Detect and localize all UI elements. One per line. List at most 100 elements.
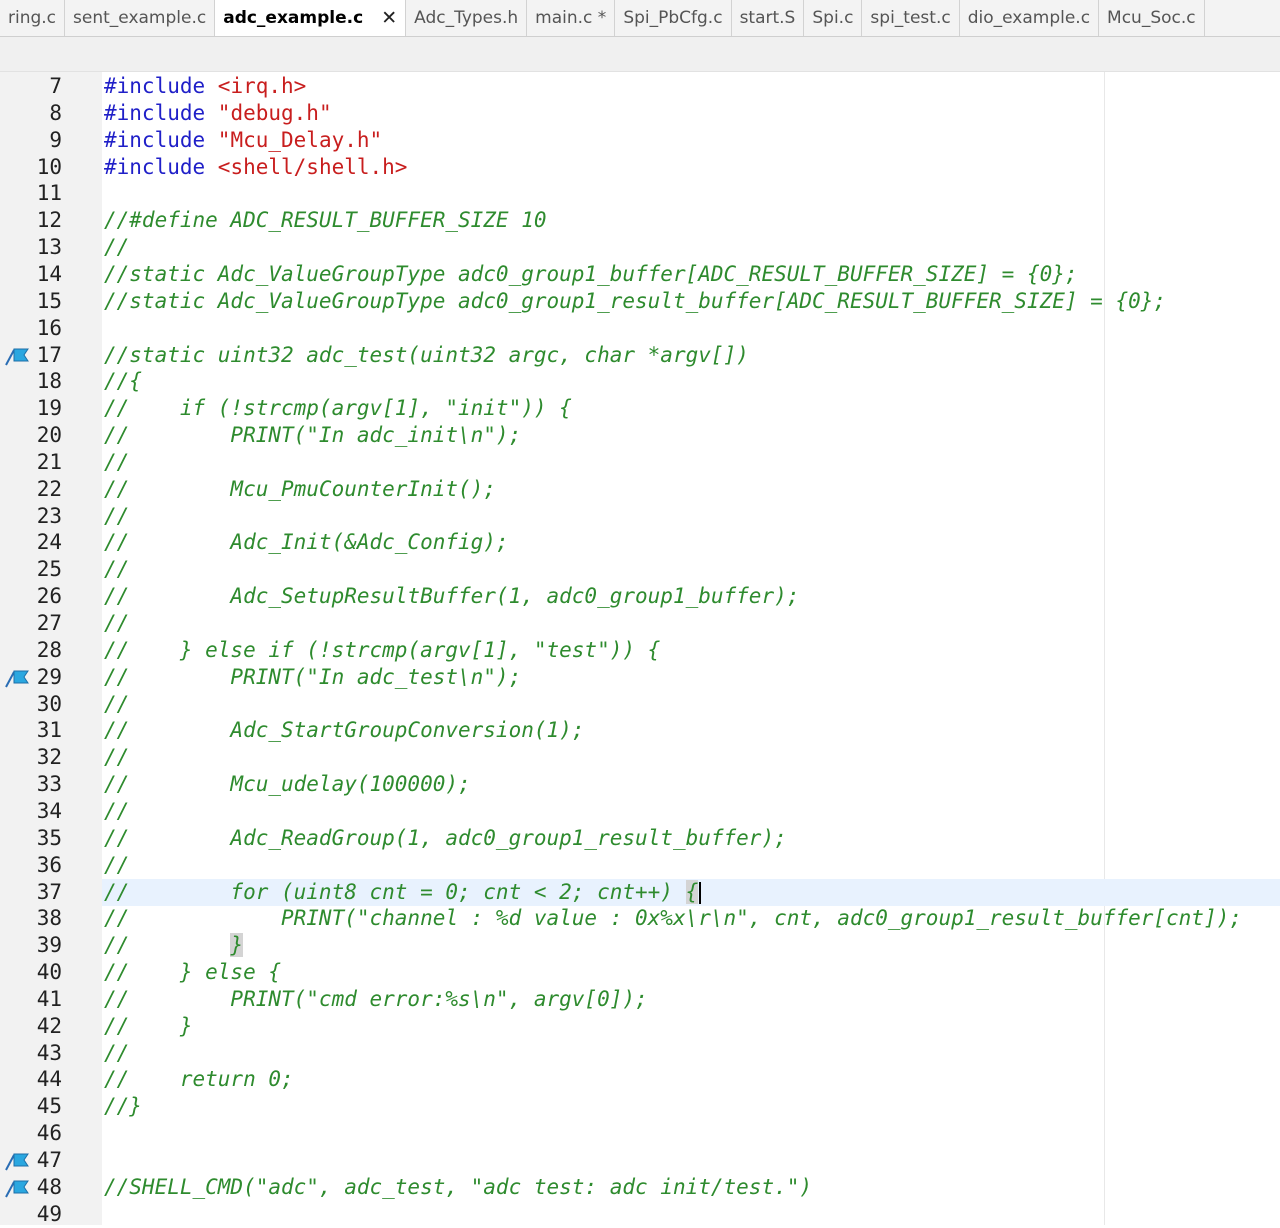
code-text[interactable]: #include "Mcu_Delay.h" [104, 127, 382, 154]
code-token: #include [104, 74, 218, 98]
code-line[interactable]: 32 // [0, 744, 1280, 771]
code-line[interactable]: 10 #include <shell/shell.h> [0, 154, 1280, 181]
code-line[interactable]: 11 [0, 180, 1280, 207]
code-text[interactable]: // Adc_ReadGroup(1, adc0_group1_result_b… [104, 825, 787, 852]
code-line[interactable]: 20 // PRINT("In adc_init\n"); [0, 422, 1280, 449]
code-text[interactable]: // } else if (!strcmp(argv[1], "test")) … [104, 637, 660, 664]
code-line[interactable]: 24 // Adc_Init(&Adc_Config); [0, 529, 1280, 556]
code-line[interactable]: 48 //SHELL_CMD("adc", adc_test, "adc test… [0, 1174, 1280, 1201]
code-line[interactable]: 12 //#define ADC_RESULT_BUFFER_SIZE 10 [0, 207, 1280, 234]
code-line[interactable]: 36 // [0, 852, 1280, 879]
code-text[interactable]: // Mcu_PmuCounterInit(); [104, 476, 496, 503]
code-line[interactable]: 16 [0, 315, 1280, 342]
tab-main-c[interactable]: main.c * [527, 0, 616, 36]
code-text[interactable]: //static Adc_ValueGroupType adc0_group1_… [104, 288, 1166, 315]
code-text[interactable]: // } else { [104, 959, 281, 986]
line-number: 42 [36, 1014, 62, 1038]
tab-start-s[interactable]: start.S [732, 0, 805, 36]
code-line[interactable]: 47 [0, 1147, 1280, 1174]
code-line[interactable]: 43 // [0, 1040, 1280, 1067]
code-text[interactable]: // Adc_Init(&Adc_Config); [104, 529, 509, 556]
code-line[interactable]: 15 //static Adc_ValueGroupType adc0_group… [0, 288, 1280, 315]
code-line[interactable]: 45 //} [0, 1093, 1280, 1120]
code-line[interactable]: 22 // Mcu_PmuCounterInit(); [0, 476, 1280, 503]
code-text[interactable]: // [104, 556, 129, 583]
tab-spi-pbcfg-c[interactable]: Spi_PbCfg.c [615, 0, 732, 36]
code-line[interactable]: 33 // Mcu_udelay(100000); [0, 771, 1280, 798]
tab-dio-example-c[interactable]: dio_example.c [960, 0, 1100, 36]
code-line[interactable]: 18 //{ [0, 368, 1280, 395]
code-line[interactable]: 26 // Adc_SetupResultBuffer(1, adc0_group… [0, 583, 1280, 610]
code-text[interactable]: // } [104, 1013, 193, 1040]
code-line[interactable]: 17 //static uint32 adc_test(uint32 argc, … [0, 342, 1280, 369]
line-number: 36 [36, 853, 62, 877]
code-text[interactable]: #include <shell/shell.h> [104, 154, 407, 181]
tab-adc-types-h[interactable]: Adc_Types.h [406, 0, 528, 36]
code-text[interactable]: // [104, 798, 129, 825]
code-text[interactable]: // [104, 1040, 129, 1067]
code-line[interactable]: 27 // [0, 610, 1280, 637]
line-number: 34 [36, 799, 62, 823]
code-text[interactable]: // [104, 744, 129, 771]
code-text[interactable]: // } [104, 932, 244, 959]
code-line[interactable]: 44 // return 0; [0, 1066, 1280, 1093]
tab-ring-c[interactable]: ring.c [0, 0, 66, 36]
code-text[interactable]: //} [104, 1093, 142, 1120]
tab-mcu-soc-c[interactable]: Mcu_Soc.c [1099, 0, 1205, 36]
code-line[interactable]: 28 // } else if (!strcmp(argv[1], "test")… [0, 637, 1280, 664]
code-text[interactable]: // Adc_StartGroupConversion(1); [104, 717, 584, 744]
tab-adc-example-c[interactable]: adc_example.c ✕ [215, 0, 407, 36]
code-text[interactable]: // [104, 610, 129, 637]
close-tab-icon[interactable]: ✕ [381, 0, 397, 36]
code-line[interactable]: 40 // } else { [0, 959, 1280, 986]
code-line[interactable]: 37 // for (uint8 cnt = 0; cnt < 2; cnt++)… [0, 879, 1280, 906]
tab-spi-test-c[interactable]: spi_test.c [862, 0, 960, 36]
code-text[interactable]: // [104, 449, 129, 476]
code-text[interactable]: //SHELL_CMD("adc", adc_test, "adc test: … [104, 1174, 812, 1201]
code-text[interactable]: //#define ADC_RESULT_BUFFER_SIZE 10 [104, 207, 547, 234]
code-line[interactable]: 42 // } [0, 1013, 1280, 1040]
code-text[interactable]: #include <irq.h> [104, 73, 306, 100]
line-number: 20 [36, 423, 62, 447]
code-text[interactable]: // PRINT("channel : %d value : 0x%x\r\n"… [104, 905, 1242, 932]
code-text[interactable]: // PRINT("In adc_test\n"); [104, 664, 521, 691]
code-line[interactable]: 49 [0, 1201, 1280, 1228]
code-token: // Mcu_udelay(100000); [104, 772, 471, 796]
code-line[interactable]: 31 // Adc_StartGroupConversion(1); [0, 717, 1280, 744]
code-text[interactable]: // if (!strcmp(argv[1], "init")) { [104, 395, 572, 422]
code-line[interactable]: 9 #include "Mcu_Delay.h" [0, 127, 1280, 154]
line-number: 32 [36, 745, 62, 769]
code-line[interactable]: 46 [0, 1120, 1280, 1147]
code-line[interactable]: 13 // [0, 234, 1280, 261]
code-line[interactable]: 34 // [0, 798, 1280, 825]
code-text[interactable]: // PRINT("cmd error:%s\n", argv[0]); [104, 986, 648, 1013]
code-text[interactable]: //static uint32 adc_test(uint32 argc, ch… [104, 342, 749, 369]
code-line[interactable]: 39 // } [0, 932, 1280, 959]
code-text[interactable]: // [104, 691, 129, 718]
code-text[interactable]: //{ [104, 368, 142, 395]
code-line[interactable]: 21 // [0, 449, 1280, 476]
code-line[interactable]: 19 // if (!strcmp(argv[1], "init")) { [0, 395, 1280, 422]
code-line[interactable]: 35 // Adc_ReadGroup(1, adc0_group1_result… [0, 825, 1280, 852]
code-line[interactable]: 30 // [0, 691, 1280, 718]
code-text[interactable]: // Mcu_udelay(100000); [104, 771, 471, 798]
code-text[interactable]: // [104, 852, 129, 879]
code-text[interactable]: // [104, 234, 129, 261]
code-line[interactable]: 29 // PRINT("In adc_test\n"); [0, 664, 1280, 691]
code-text[interactable]: // Adc_SetupResultBuffer(1, adc0_group1_… [104, 583, 799, 610]
code-text[interactable]: #include "debug.h" [104, 100, 332, 127]
code-text[interactable]: // return 0; [104, 1066, 294, 1093]
tab-spi-c[interactable]: Spi.c [804, 0, 863, 36]
tab-sent-example-c[interactable]: sent_example.c [65, 0, 216, 36]
code-text[interactable]: //static Adc_ValueGroupType adc0_group1_… [104, 261, 1078, 288]
code-line[interactable]: 14 //static Adc_ValueGroupType adc0_group… [0, 261, 1280, 288]
code-text[interactable]: // [104, 503, 129, 530]
code-text[interactable]: // for (uint8 cnt = 0; cnt < 2; cnt++) { [104, 879, 702, 906]
code-line[interactable]: 25 // [0, 556, 1280, 583]
code-line[interactable]: 41 // PRINT("cmd error:%s\n", argv[0]); [0, 986, 1280, 1013]
code-line[interactable]: 8 #include "debug.h" [0, 100, 1280, 127]
code-line[interactable]: 38 // PRINT("channel : %d value : 0x%x\r\… [0, 905, 1280, 932]
code-line[interactable]: 23 // [0, 503, 1280, 530]
code-text[interactable]: // PRINT("In adc_init\n"); [104, 422, 521, 449]
code-line[interactable]: 7 #include <irq.h> [0, 73, 1280, 100]
